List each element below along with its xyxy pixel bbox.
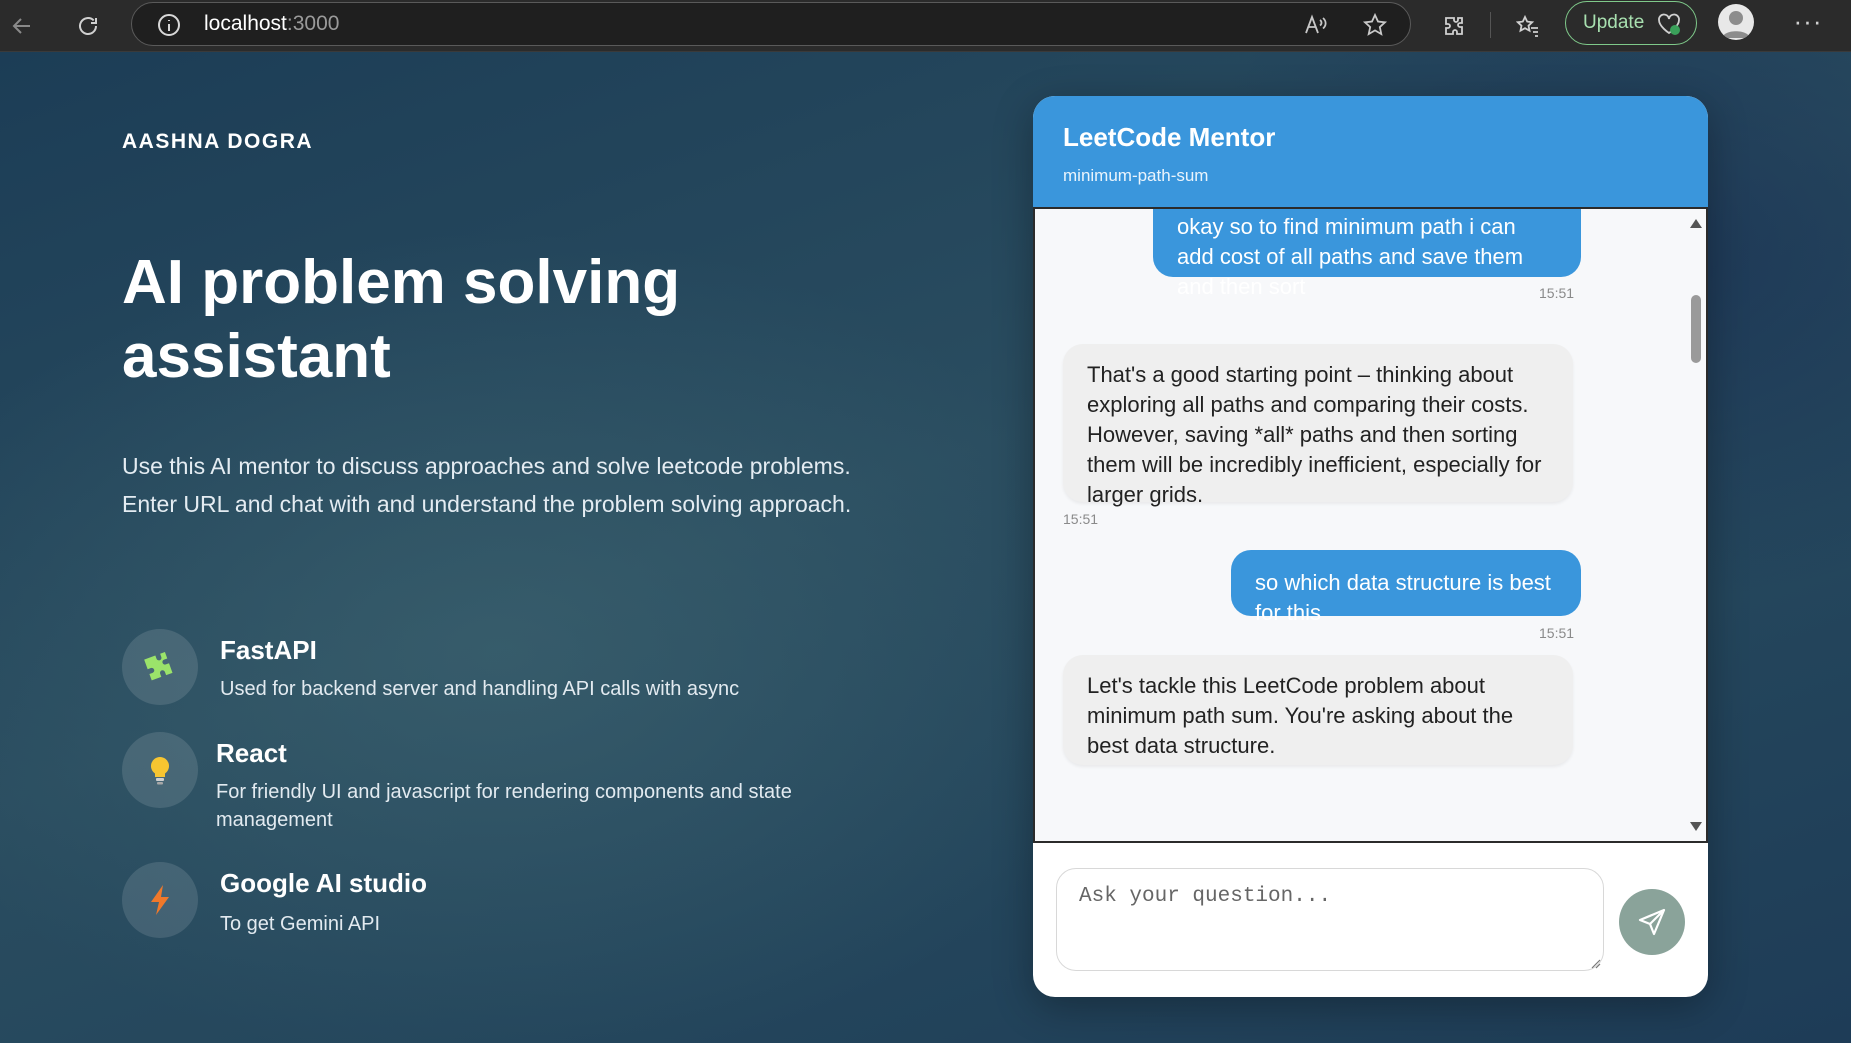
lightbulb-icon	[122, 732, 198, 808]
message-timestamp: 15:51	[1539, 285, 1575, 301]
url-text[interactable]: localhost:3000	[204, 12, 339, 36]
feature-description: To get Gemini API	[220, 913, 381, 935]
feature-title: Google AI studio	[220, 868, 428, 898]
message-list[interactable]: okay so to find minimum path i can add c…	[1033, 207, 1708, 843]
textarea-resize-grip-icon[interactable]	[1589, 956, 1601, 969]
scroll-down-arrow-icon[interactable]	[1690, 822, 1702, 831]
user-message: so which data structure is best for this	[1231, 550, 1581, 625]
message-timestamp: 15:51	[1539, 625, 1575, 641]
chat-title: LeetCode Mentor	[1063, 122, 1276, 152]
bot-message: Let's tackle this LeetCode problem about…	[1063, 655, 1573, 765]
more-options-icon[interactable]: ···	[1790, 6, 1826, 42]
message-scrollbar[interactable]	[1686, 209, 1706, 841]
url-host: localhost	[204, 12, 287, 35]
hero-description: Use this AI mentor to discuss approaches…	[122, 453, 852, 517]
back-arrow-icon[interactable]	[2, 6, 42, 46]
scrollbar-thumb[interactable]	[1691, 295, 1701, 363]
bot-message: That's a good starting point – thinking …	[1063, 344, 1573, 507]
extensions-icon[interactable]	[1434, 6, 1474, 46]
lightning-icon	[122, 862, 198, 938]
reload-icon[interactable]	[68, 6, 108, 46]
chat-header: LeetCode Mentor minimum-path-sum	[1033, 96, 1708, 207]
hero-title: AI problem solving assistant	[122, 248, 681, 391]
feature-fastapi: FastAPI Used for backend server and hand…	[122, 627, 922, 717]
send-button[interactable]	[1619, 889, 1685, 955]
read-aloud-icon[interactable]	[1302, 12, 1328, 38]
feature-react: React For friendly UI and javascript for…	[122, 730, 922, 831]
scroll-up-arrow-icon[interactable]	[1690, 219, 1702, 228]
feature-title: React	[216, 738, 287, 768]
user-message: okay so to find minimum path i can add c…	[1153, 209, 1581, 299]
browser-toolbar: localhost:3000 Update ···	[0, 0, 1851, 52]
favorite-star-icon[interactable]	[1362, 12, 1388, 38]
feature-google-ai-studio: Google AI studio To get Gemini API	[122, 860, 922, 950]
chat-problem-slug: minimum-path-sum	[1063, 166, 1209, 185]
site-info-icon[interactable]	[156, 12, 182, 38]
brand-name: AASHNA DOGRA	[122, 130, 314, 153]
profile-avatar-icon[interactable]	[1718, 4, 1754, 40]
puzzle-icon	[122, 629, 198, 705]
feature-description: Used for backend server and handling API…	[220, 678, 740, 700]
page-background: AASHNA DOGRA AI problem solving assistan…	[0, 52, 1851, 1043]
update-label: Update	[1583, 12, 1645, 33]
url-port: :3000	[286, 12, 340, 35]
send-paper-plane-icon	[1638, 908, 1666, 936]
toolbar-divider	[1490, 12, 1491, 38]
chat-panel: LeetCode Mentor minimum-path-sum okay so…	[1033, 96, 1708, 997]
update-heart-icon	[1656, 11, 1682, 37]
update-button[interactable]: Update	[1565, 1, 1697, 45]
address-bar[interactable]: localhost:3000	[131, 2, 1411, 46]
favorites-icon[interactable]	[1508, 6, 1548, 46]
feature-title: FastAPI	[220, 635, 317, 665]
feature-description: For friendly UI and javascript for rende…	[216, 781, 792, 831]
message-timestamp: 15:51	[1063, 511, 1099, 527]
question-input[interactable]	[1056, 868, 1604, 971]
